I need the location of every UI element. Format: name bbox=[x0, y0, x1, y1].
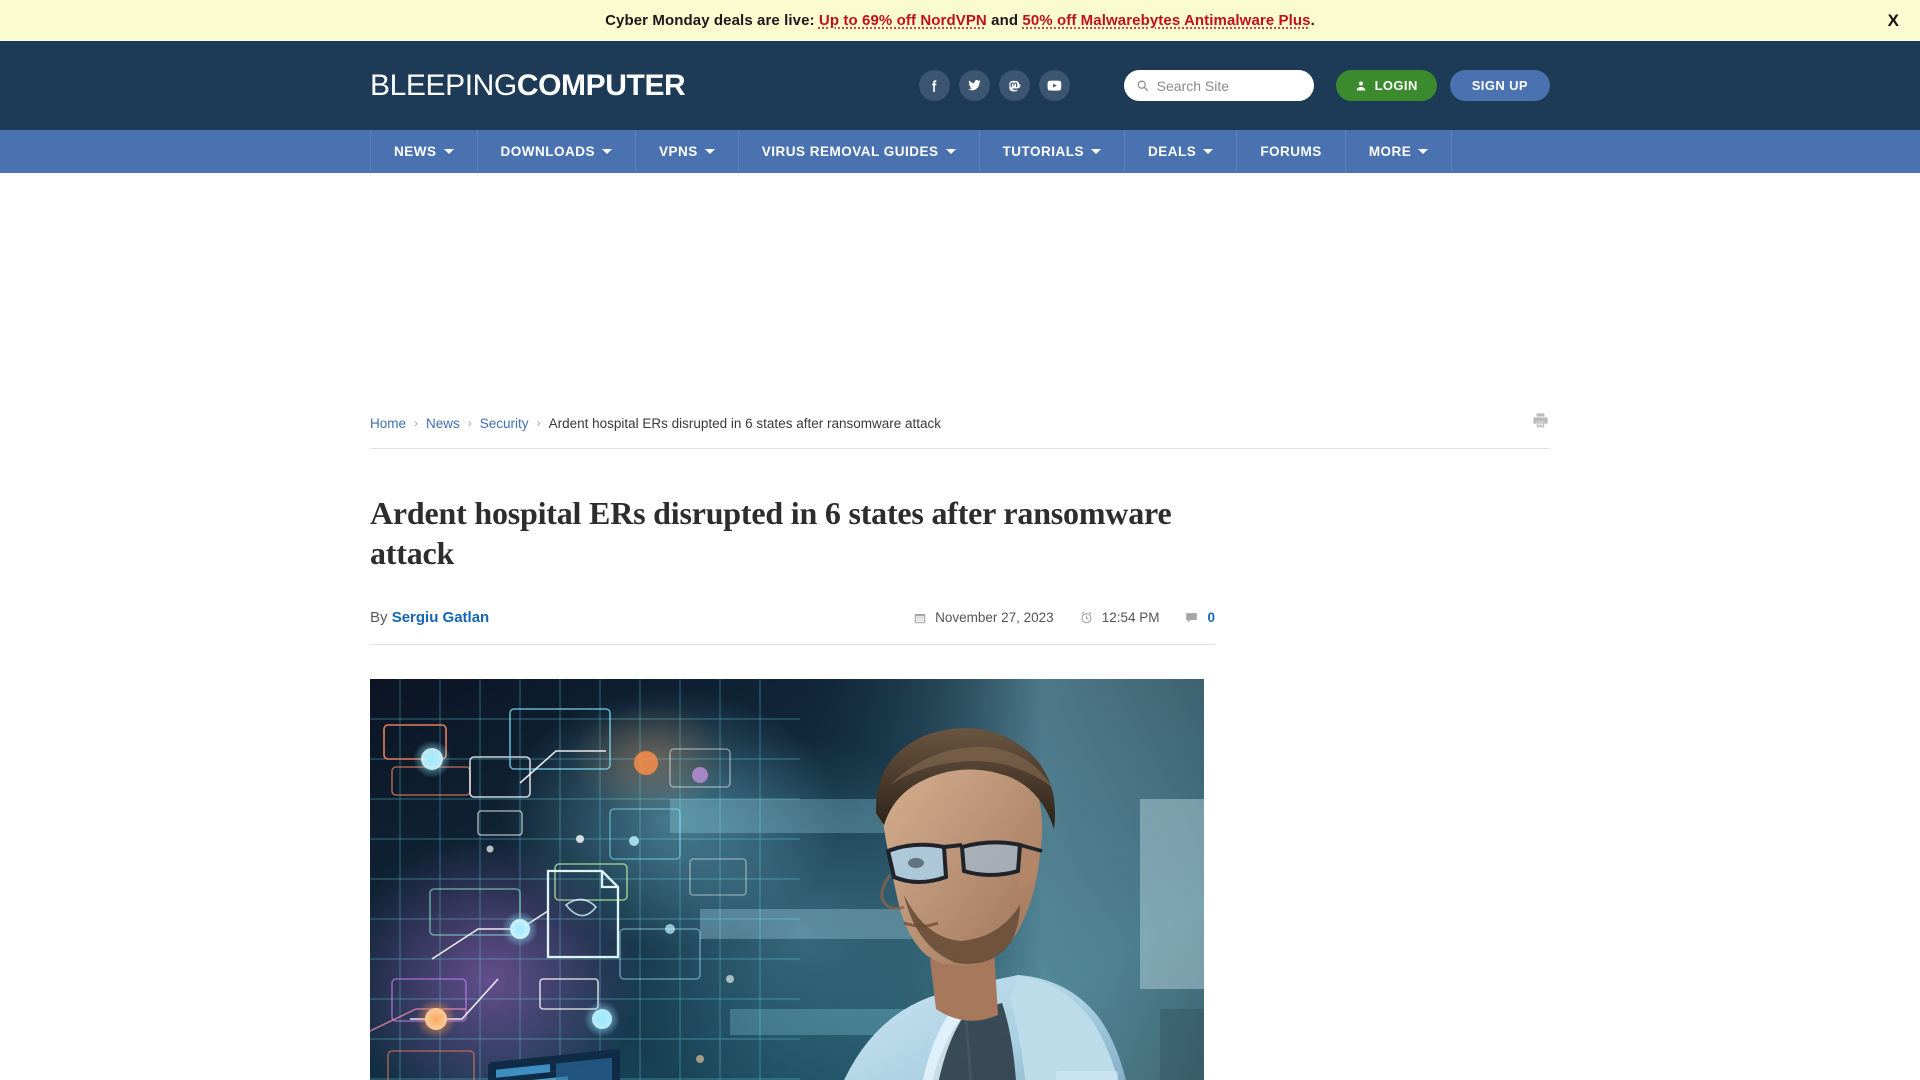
nav-item-label: MORE bbox=[1368, 144, 1412, 159]
promo-text: Cyber Monday deals are live: Up to 69% o… bbox=[605, 12, 1315, 29]
main-navigation: NEWS DOWNLOADS VPNS VIRUS REMOVAL GUIDES TUT… bbox=[0, 130, 1920, 173]
chevron-down-icon bbox=[1418, 149, 1429, 154]
promo-banner: Cyber Monday deals are live: Up to 69% o… bbox=[0, 0, 1920, 41]
print-icon[interactable] bbox=[1531, 411, 1550, 435]
site-header: BLEEPINGCOMPUTER Search Site LOGIN SIGN … bbox=[0, 41, 1920, 130]
logo-text-bold: COMPUTER bbox=[516, 68, 686, 102]
nav-item-more[interactable]: MORE bbox=[1346, 130, 1453, 173]
promo-suffix: . bbox=[1310, 12, 1315, 29]
facebook-icon[interactable] bbox=[918, 70, 950, 101]
login-button[interactable]: LOGIN bbox=[1335, 70, 1437, 101]
calendar-icon bbox=[914, 613, 926, 623]
promo-close-button[interactable]: X bbox=[1879, 8, 1908, 34]
promo-prefix: Cyber Monday deals are live: bbox=[605, 12, 819, 29]
breadcrumb-row: Home › News › Security › Ardent hospital… bbox=[370, 409, 1550, 449]
logo-text-light: BLEEPING bbox=[370, 68, 517, 102]
article-column: Ardent hospital ERs disrupted in 6 state… bbox=[370, 449, 1215, 1080]
publish-date: November 27, 2023 bbox=[913, 610, 1054, 625]
nav-item-virus-removal-guides[interactable]: VIRUS REMOVAL GUIDES bbox=[739, 130, 980, 173]
breadcrumb-separator: › bbox=[536, 416, 541, 430]
publish-time: 12:54 PM bbox=[1079, 610, 1160, 625]
comment-count[interactable]: 0 bbox=[1184, 610, 1215, 625]
nav-item-vpns[interactable]: VPNS bbox=[636, 130, 739, 173]
breadcrumb-separator: › bbox=[414, 416, 419, 430]
breadcrumb: Home › News › Security › Ardent hospital… bbox=[370, 416, 941, 431]
nav-item-label: TUTORIALS bbox=[1002, 144, 1085, 159]
nav-item-label: NEWS bbox=[394, 144, 437, 159]
chevron-down-icon bbox=[443, 149, 454, 154]
article-hero-image bbox=[370, 679, 1204, 1080]
promo-link-nordvpn[interactable]: Up to 69% off NordVPN bbox=[819, 12, 987, 29]
search-box[interactable] bbox=[1123, 70, 1314, 101]
site-logo[interactable]: BLEEPINGCOMPUTER bbox=[370, 68, 686, 103]
breadcrumb-separator: › bbox=[467, 416, 472, 430]
nav-item-label: FORUMS bbox=[1260, 144, 1322, 159]
promo-link-malwarebytes[interactable]: 50% off Malwarebytes Antimalware Plus bbox=[1022, 12, 1310, 29]
youtube-icon[interactable] bbox=[1038, 70, 1070, 101]
signup-button[interactable]: SIGN UP bbox=[1449, 70, 1550, 101]
breadcrumb-item-security[interactable]: Security bbox=[480, 416, 529, 431]
advertisement-slot bbox=[0, 173, 1920, 409]
chevron-down-icon bbox=[704, 149, 715, 154]
nav-item-label: VIRUS REMOVAL GUIDES bbox=[761, 144, 939, 159]
nav-item-label: DOWNLOADS bbox=[500, 144, 595, 159]
search-input[interactable] bbox=[1156, 77, 1302, 94]
chevron-down-icon bbox=[1203, 149, 1214, 154]
publish-date-label: November 27, 2023 bbox=[935, 610, 1054, 625]
alarm-clock-icon bbox=[1081, 611, 1092, 624]
mastodon-icon[interactable] bbox=[998, 70, 1030, 101]
page-title: Ardent hospital ERs disrupted in 6 state… bbox=[370, 495, 1172, 571]
publish-time-label: 12:54 PM bbox=[1101, 610, 1160, 625]
nav-item-label: VPNS bbox=[659, 144, 698, 159]
comment-icon bbox=[1186, 613, 1198, 623]
breadcrumb-item-news[interactable]: News bbox=[426, 416, 460, 431]
promo-conjunction: and bbox=[986, 12, 1023, 29]
user-icon bbox=[1356, 81, 1365, 90]
comment-count-label: 0 bbox=[1207, 610, 1215, 625]
breadcrumb-item-current: Ardent hospital ERs disrupted in 6 state… bbox=[548, 415, 942, 431]
breadcrumb-item-home[interactable]: Home bbox=[370, 416, 406, 431]
chevron-down-icon bbox=[945, 149, 956, 154]
twitter-icon[interactable] bbox=[958, 70, 990, 101]
content-wrapper: Ardent hospital ERs disrupted in 6 state… bbox=[370, 449, 1550, 1080]
nav-item-tutorials[interactable]: TUTORIALS bbox=[980, 130, 1126, 173]
search-icon bbox=[1137, 80, 1148, 92]
nav-item-forums[interactable]: FORUMS bbox=[1237, 130, 1346, 173]
nav-item-news[interactable]: NEWS bbox=[370, 130, 478, 173]
login-button-label: LOGIN bbox=[1374, 78, 1418, 93]
byline: By Sergiu Gatlan bbox=[370, 609, 489, 626]
byline-prefix: By bbox=[370, 609, 392, 626]
hero-illustration bbox=[370, 679, 1204, 1080]
nav-item-deals[interactable]: DEALS bbox=[1125, 130, 1238, 173]
article-meta-group: November 27, 2023 12:54 PM 0 bbox=[913, 610, 1215, 625]
chevron-down-icon bbox=[1091, 149, 1102, 154]
nav-item-downloads[interactable]: DOWNLOADS bbox=[478, 130, 636, 173]
social-links bbox=[918, 70, 1070, 101]
header-right-group: LOGIN SIGN UP bbox=[918, 70, 1550, 101]
signup-button-label: SIGN UP bbox=[1471, 78, 1528, 93]
article-meta-row: By Sergiu Gatlan November 27, 2023 12:54… bbox=[370, 609, 1215, 645]
author-link[interactable]: Sergiu Gatlan bbox=[392, 609, 490, 626]
chevron-down-icon bbox=[602, 149, 612, 154]
nav-item-label: DEALS bbox=[1148, 144, 1197, 159]
